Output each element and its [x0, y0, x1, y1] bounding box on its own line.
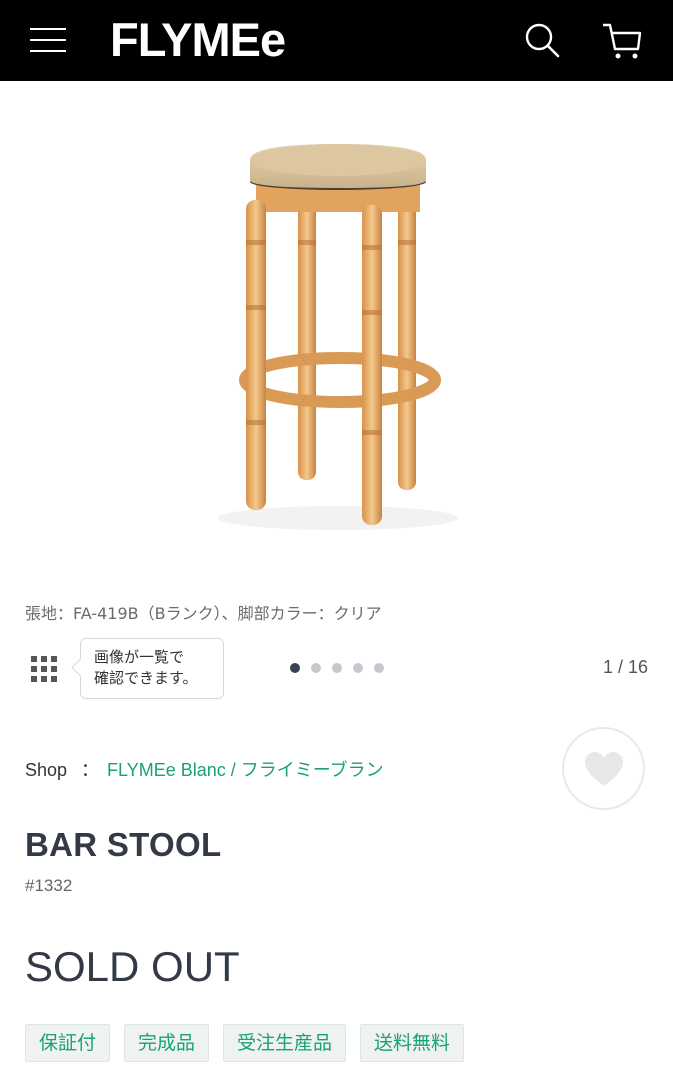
product-image-caption: 張地：FA-419B（Bランク）、脚部カラー：クリア	[25, 604, 382, 623]
shop-row: Shop ： FLYMEe Blanc / フライミーブラン	[25, 756, 384, 782]
tag-made-to-order: 受注生産品	[223, 1024, 347, 1062]
gallery-tooltip: 画像が一覧で 確認できます。	[80, 638, 224, 699]
product-image[interactable]	[180, 130, 490, 550]
gallery-dot[interactable]	[332, 663, 342, 673]
sold-out-status: SOLD OUT	[25, 943, 240, 990]
gallery-dot[interactable]	[374, 663, 384, 673]
gallery-dot[interactable]	[290, 663, 300, 673]
favorite-button[interactable]	[562, 727, 645, 810]
shop-link[interactable]: FLYMEe Blanc / フライミーブラン	[107, 760, 384, 780]
flymee-logo[interactable]: FLYMEe	[110, 12, 286, 68]
product-code: #1332	[25, 876, 73, 895]
search-icon[interactable]	[522, 20, 562, 60]
gallery-tooltip-line1: 画像が一覧で	[94, 648, 185, 666]
tag-free-shipping: 送料無料	[360, 1024, 465, 1062]
gallery-counter: 1 / 16	[602, 657, 648, 677]
cart-icon[interactable]	[600, 20, 644, 62]
hamburger-menu-icon[interactable]	[30, 24, 68, 56]
shop-separator: ：	[81, 760, 100, 780]
tag-assembled: 完成品	[124, 1024, 210, 1062]
top-header: FLYMEe	[0, 0, 673, 81]
grid-view-icon[interactable]	[31, 656, 59, 684]
gallery-dot[interactable]	[353, 663, 363, 673]
product-title: BAR STOOL	[25, 826, 222, 863]
shop-label: Shop	[25, 760, 68, 780]
product-tags: 保証付 完成品 受注生産品 送料無料	[25, 1024, 465, 1062]
gallery-pagination-dots	[290, 663, 384, 673]
gallery-dot[interactable]	[311, 663, 321, 673]
gallery-tooltip-line2: 確認できます。	[94, 669, 198, 687]
heart-icon	[585, 752, 623, 786]
tag-warranty: 保証付	[25, 1024, 111, 1062]
